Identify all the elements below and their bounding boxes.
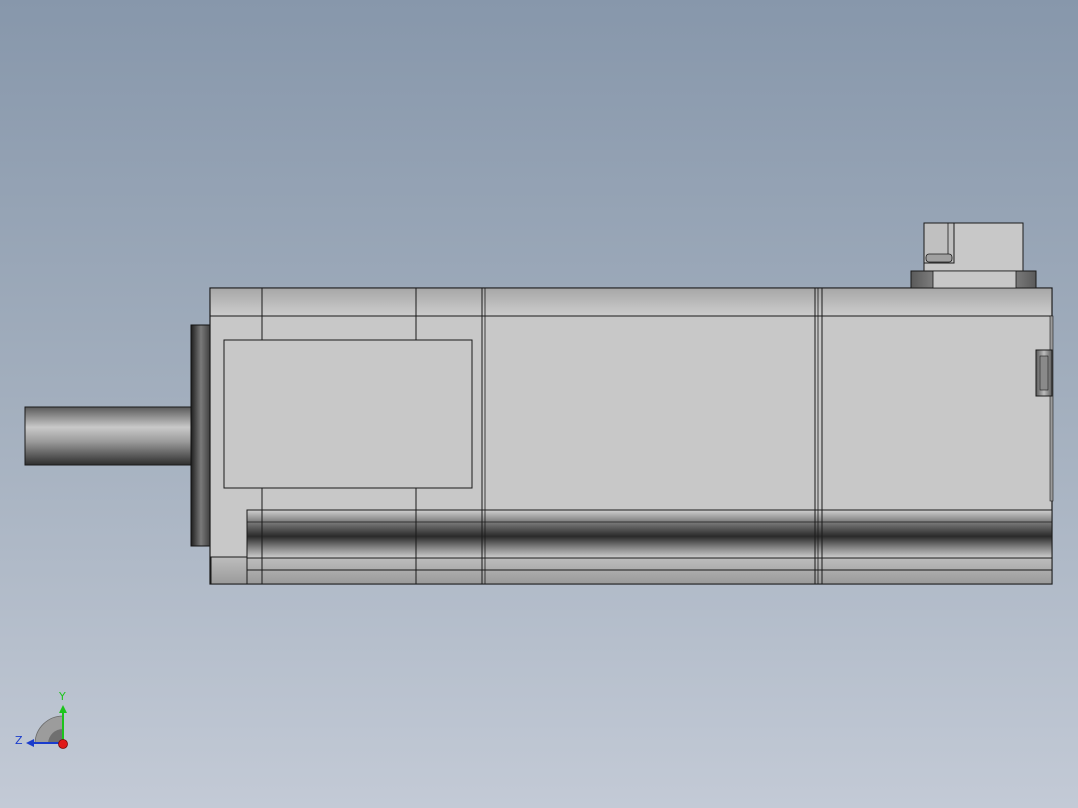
- nameplate[interactable]: [223, 339, 473, 489]
- rear-end-cap: [1049, 315, 1054, 502]
- rear-plug-inner: [1039, 355, 1049, 391]
- connector-tab: [925, 253, 953, 263]
- graphics-viewport[interactable]: Y Z: [0, 0, 1078, 808]
- bottom-rail: [246, 509, 1053, 559]
- connector-base-inner: [932, 270, 1017, 289]
- flange-corner: [210, 556, 248, 585]
- bottom-band: [246, 557, 1053, 585]
- x-axis-dot: [58, 739, 68, 749]
- y-axis-arrowhead: [59, 705, 67, 713]
- motor-shaft[interactable]: [24, 406, 196, 466]
- flange-pilot[interactable]: [190, 324, 212, 547]
- view-orientation-triad[interactable]: Y Z: [15, 690, 68, 749]
- z-axis-label: Z: [15, 734, 23, 747]
- z-axis-arrowhead: [26, 739, 34, 747]
- model-view[interactable]: Y Z: [0, 0, 1078, 808]
- y-axis-label: Y: [58, 690, 66, 703]
- top-chamfer: [211, 289, 1051, 316]
